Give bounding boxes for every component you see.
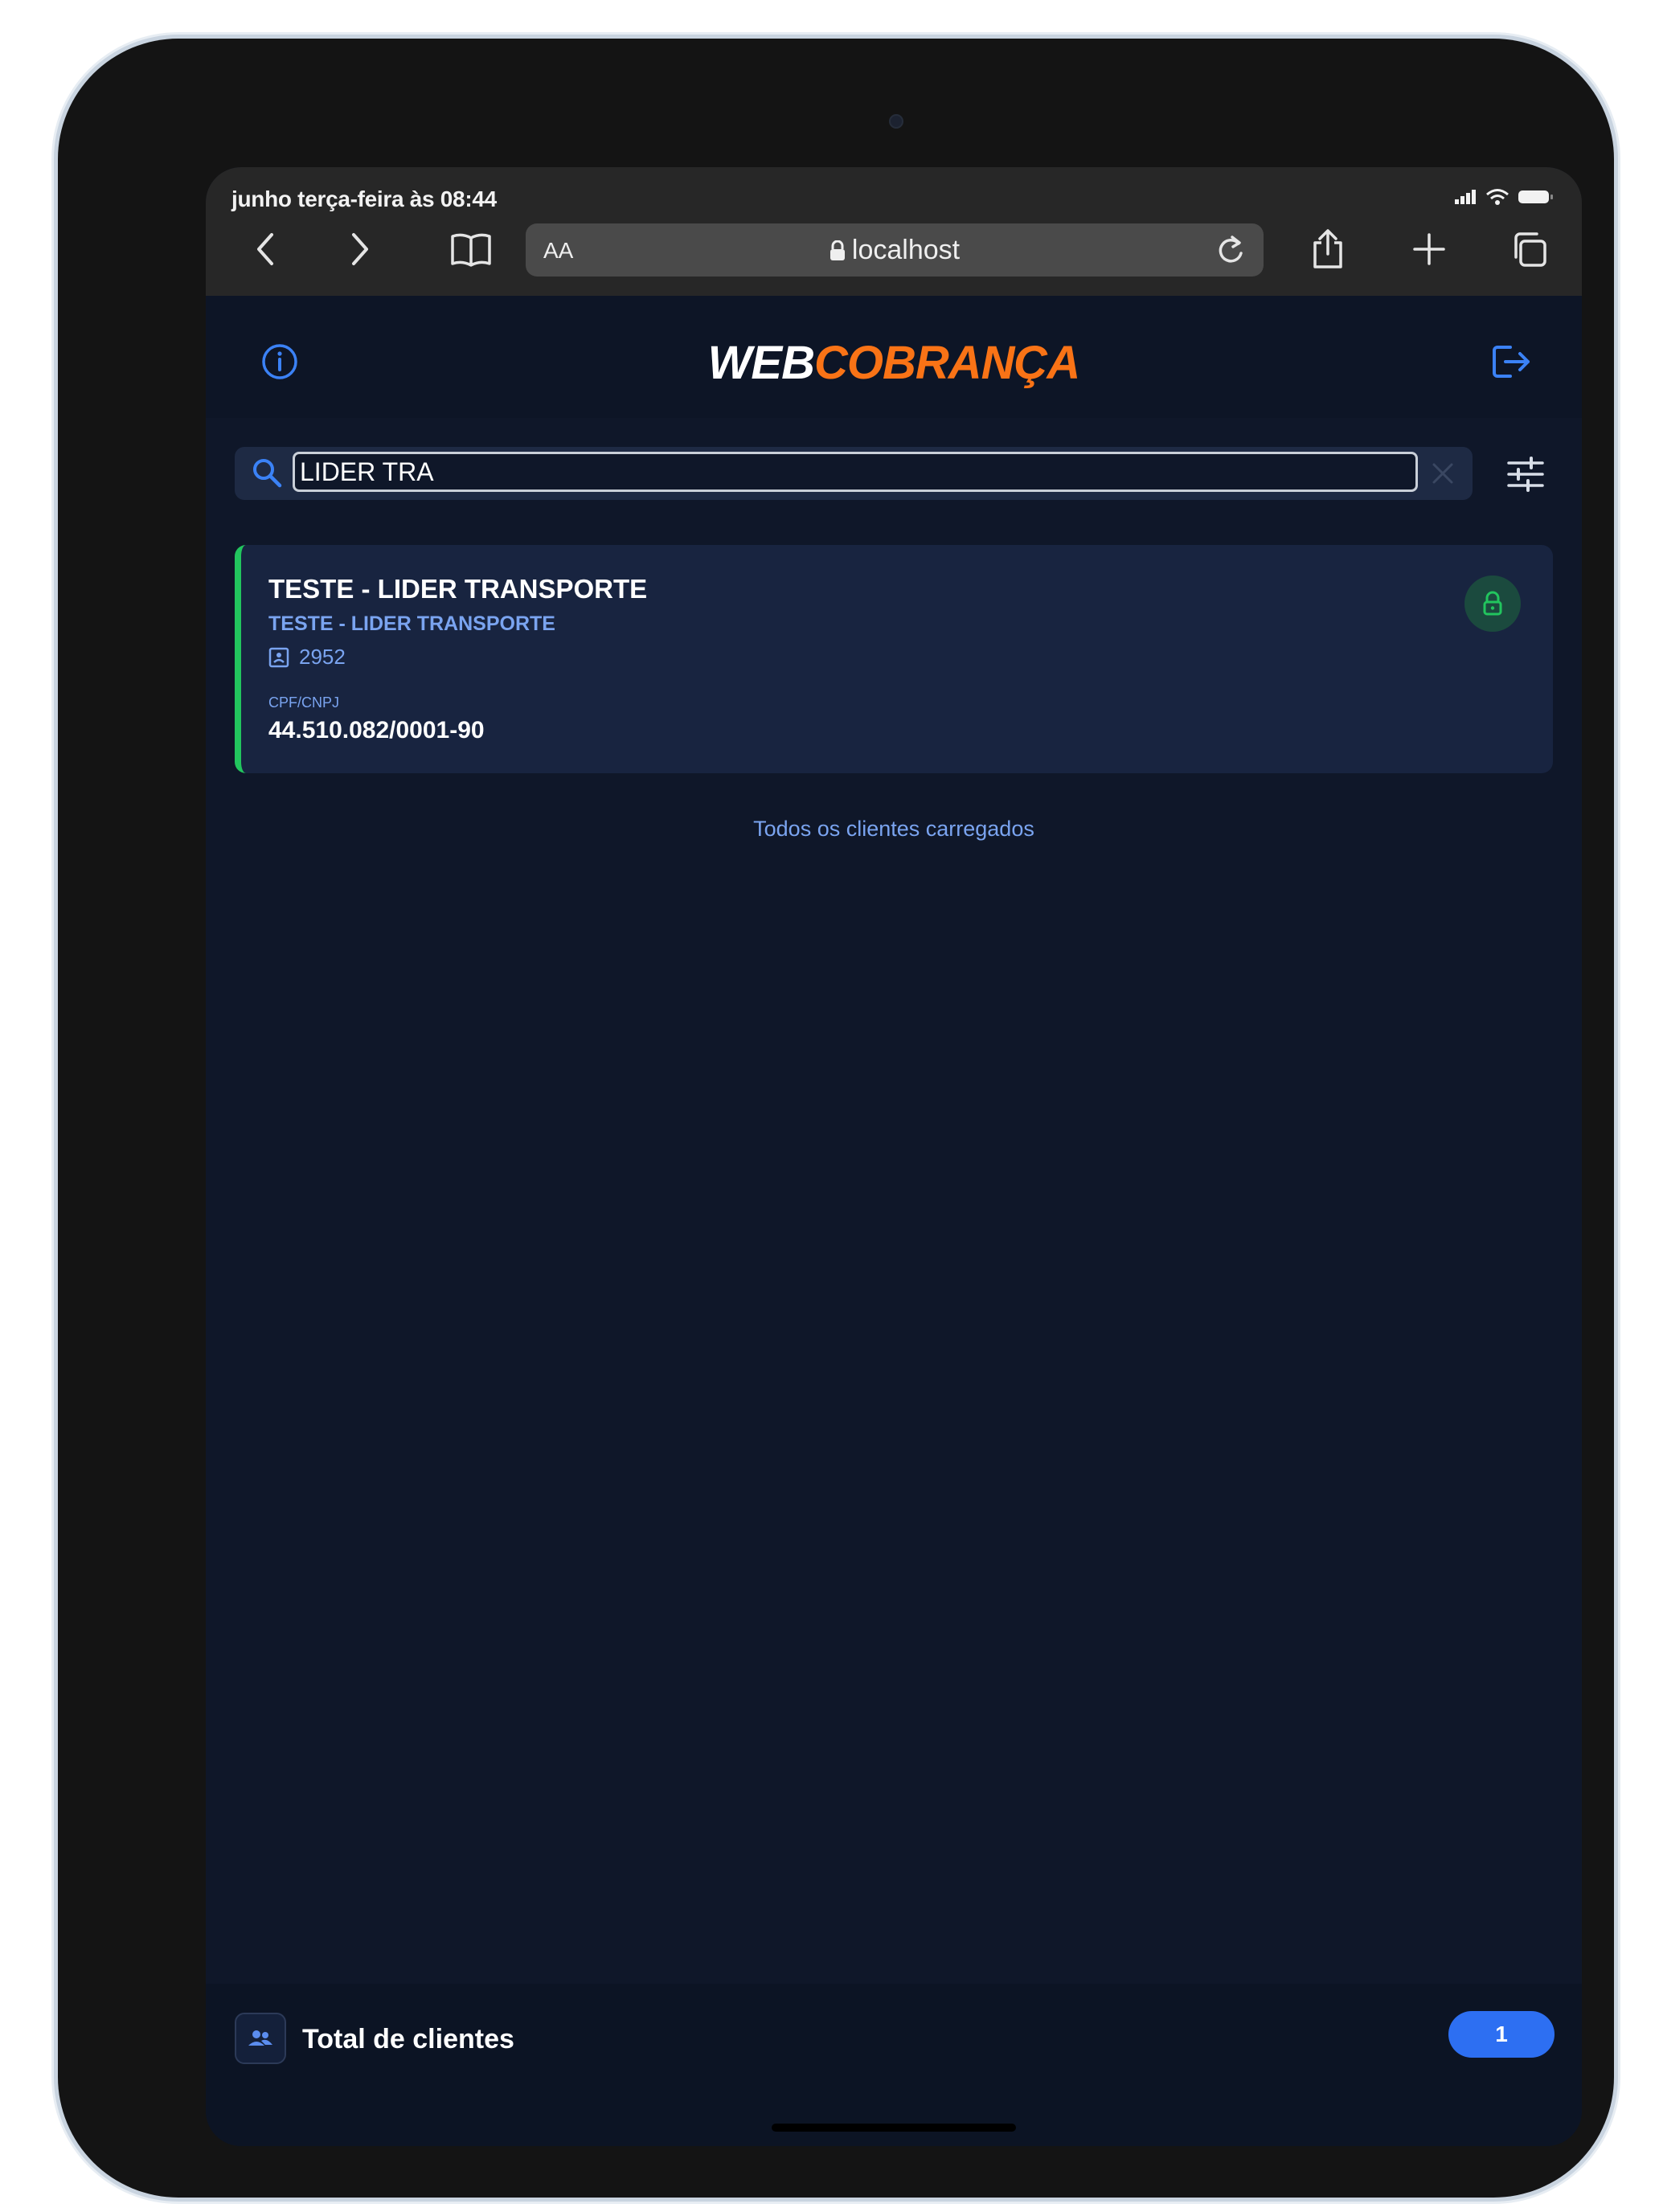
reload-button[interactable] — [1212, 231, 1249, 268]
share-button[interactable] — [1302, 223, 1354, 275]
client-name: TESTE - LIDER TRANSPORTE — [268, 574, 648, 604]
lock-icon — [1483, 591, 1502, 616]
status-badge — [1464, 576, 1521, 632]
client-card[interactable]: TESTE - LIDER TRANSPORTE TESTE - LIDER T… — [235, 545, 1553, 773]
bookmarks-button[interactable] — [445, 223, 497, 275]
screen: junho terça-feira às 08:44 AA localhost … — [206, 167, 1582, 2146]
home-indicator — [772, 2124, 1016, 2132]
footer: Total de clientes 1 — [206, 1984, 1582, 2146]
client-subtitle: TESTE - LIDER TRANSPORTE — [268, 612, 555, 635]
camera — [889, 114, 903, 129]
status-time: junho terça-feira às 08:44 — [231, 186, 497, 211]
client-code-value: 2952 — [299, 645, 346, 669]
users-icon — [235, 2013, 286, 2064]
id-card-icon — [268, 647, 289, 667]
new-tab-button[interactable] — [1403, 223, 1455, 275]
clear-search-button[interactable] — [1428, 458, 1458, 489]
browser-toolbar: junho terça-feira às 08:44 AA localhost — [206, 167, 1582, 296]
search-bar — [235, 447, 1473, 500]
tabs-icon — [1514, 232, 1546, 267]
status-icons — [1453, 188, 1555, 206]
url-display[interactable]: localhost — [526, 235, 1264, 266]
list-status-text: Todos os clientes carregados — [753, 817, 1034, 841]
plus-icon — [1413, 233, 1445, 265]
back-button[interactable] — [240, 223, 291, 275]
total-clients-label: Total de clientes — [302, 2024, 514, 2054]
chevron-left-icon — [257, 233, 273, 265]
client-code: 2952 — [268, 645, 346, 670]
cellular-signal-icon — [1455, 190, 1476, 204]
app-logo: WEBCOBRANÇA — [707, 337, 1081, 389]
search-input[interactable] — [293, 452, 1418, 492]
total-clients-count: 1 — [1448, 2011, 1555, 2058]
reload-icon — [1219, 236, 1243, 263]
url-text: localhost — [851, 235, 961, 265]
book-icon — [451, 233, 491, 267]
app-header: WEBCOBRANÇA — [206, 296, 1582, 418]
address-bar[interactable]: AA localhost — [526, 223, 1264, 276]
battery-icon — [1518, 190, 1553, 203]
client-doc: 44.510.082/0001-90 — [268, 717, 485, 743]
search-icon — [249, 455, 285, 490]
sliders-icon — [1507, 457, 1544, 492]
tablet-frame: junho terça-feira às 08:44 AA localhost … — [58, 39, 1614, 2198]
logout-icon — [1493, 346, 1530, 378]
close-icon — [1432, 463, 1453, 484]
forward-button[interactable] — [334, 223, 386, 275]
client-doc-label: CPF/CNPJ — [268, 694, 340, 711]
wifi-icon — [1486, 189, 1509, 205]
filter-button[interactable] — [1503, 452, 1548, 497]
share-icon — [1313, 229, 1342, 268]
logout-button[interactable] — [1489, 339, 1535, 384]
tabs-overview-button[interactable] — [1503, 223, 1555, 275]
lock-icon — [830, 240, 845, 260]
chevron-right-icon — [352, 233, 368, 265]
